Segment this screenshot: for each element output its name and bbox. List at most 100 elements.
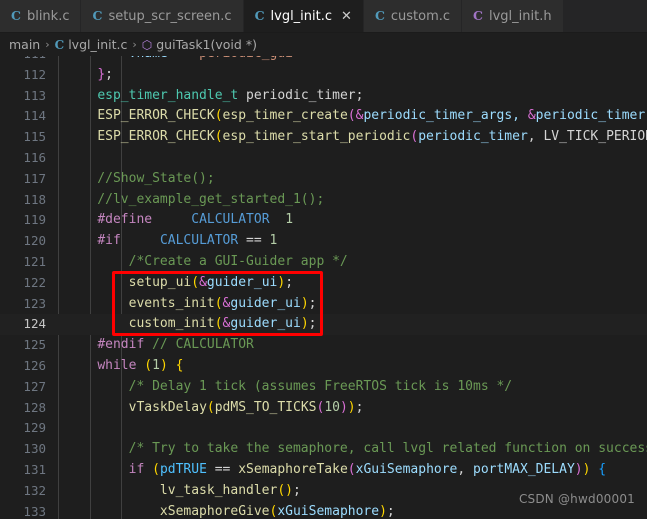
- code-token: (: [152, 461, 160, 477]
- code-token: CALCULATOR: [159, 233, 239, 249]
- code-line[interactable]: 118 //lv_example_get_started_1();: [0, 190, 647, 211]
- line-number: 112: [23, 66, 46, 82]
- code-line[interactable]: 114 ESP_ERROR_CHECK(esp_timer_create(&pe…: [0, 106, 647, 127]
- editor-tab-blink-c[interactable]: Cblink.c: [0, 0, 82, 32]
- tab-label: blink.c: [26, 8, 70, 24]
- code-line[interactable]: 113 esp_timer_handle_t periodic_timer;: [0, 86, 647, 107]
- code-token: xSemaphoreGive: [159, 503, 270, 519]
- code-line[interactable]: 128 vTaskDelay(pdMS_TO_TICKS(10));: [0, 398, 647, 419]
- code-token: // CALCULATOR: [144, 337, 254, 353]
- breadcrumb-label: lvgl_init.c: [68, 37, 128, 52]
- line-number: 116: [23, 149, 46, 165]
- code-text: ESP_ERROR_CHECK(esp_timer_start_periodic…: [66, 127, 647, 148]
- c-file-icon: C: [11, 7, 21, 23]
- code-line[interactable]: 131 if (pdTRUE == xSemaphoreTake(xGuiSem…: [0, 460, 647, 481]
- code-token: (: [214, 316, 223, 332]
- code-token: vTaskDelay: [128, 399, 207, 415]
- code-line[interactable]: 126 while (1) {: [0, 356, 647, 377]
- c-file-icon: C: [374, 7, 385, 23]
- code-token: 10: [324, 399, 340, 415]
- code-line[interactable]: 122 setup_ui(&guider_ui);: [0, 273, 647, 294]
- editor-tab-lvgl-init-c[interactable]: Clvgl_init.c ✕: [243, 0, 364, 32]
- tab-label: custom.c: [390, 8, 451, 24]
- close-icon[interactable]: ✕: [341, 10, 352, 23]
- editor-tab-setup-scr-screen-c[interactable]: Csetup_scr_screen.c: [81, 0, 244, 32]
- code-token: xGuiSemaphore: [355, 461, 458, 477]
- code-token: ;: [355, 399, 364, 415]
- breadcrumb-item-main[interactable]: main: [9, 37, 40, 52]
- code-token: guider_ui: [230, 295, 301, 311]
- line-number: 130: [23, 441, 46, 457]
- breadcrumb-item-guitask1-void-[interactable]: ⬡ guiTask1(void *): [142, 37, 257, 52]
- code-text: if (pdTRUE == xSemaphoreTake(xGuiSemapho…: [66, 460, 647, 481]
- line-number: 131: [23, 461, 46, 477]
- code-line[interactable]: 120 #if CALCULATOR == 1: [0, 231, 647, 252]
- code-text: while (1) {: [66, 356, 647, 377]
- code-token: periodic_timer;: [238, 87, 364, 103]
- tab-label: lvgl_init.c: [270, 8, 333, 24]
- code-token: ): [574, 461, 583, 477]
- code-line[interactable]: 121 /*Create a GUI-Guider app */: [0, 252, 647, 273]
- code-text: /* Delay 1 tick (assumes FreeRTOS tick i…: [66, 377, 647, 398]
- code-token: esp_timer_create: [222, 108, 348, 124]
- code-token: /*Create a GUI-Guider app */: [66, 253, 348, 269]
- code-token: xSemaphoreTake: [238, 461, 348, 477]
- code-token: (: [206, 399, 215, 415]
- code-line[interactable]: 115 ESP_ERROR_CHECK(esp_timer_start_peri…: [0, 127, 647, 148]
- code-token: (: [347, 461, 356, 477]
- code-token: CALCULATOR: [191, 212, 270, 228]
- editor-tab-lvgl-init-h[interactable]: Clvgl_init.h: [462, 0, 564, 32]
- line-number: 121: [23, 253, 46, 269]
- breadcrumb-label: main: [9, 37, 41, 52]
- code-editor[interactable]: 111 .name = "periodic_gui"112 };113 esp_…: [0, 56, 647, 519]
- code-text: vTaskDelay(pdMS_TO_TICKS(10));: [66, 398, 647, 419]
- code-line[interactable]: 125 #endif // CALCULATOR: [0, 335, 647, 356]
- code-token: periodic_timer: [418, 129, 528, 145]
- code-text: //lv_example_get_started_1();: [66, 190, 647, 211]
- symbol-method-icon: ⬡: [141, 37, 153, 52]
- code-line[interactable]: 116: [0, 148, 647, 169]
- code-token: ESP_ERROR_CHECK: [97, 108, 215, 124]
- c-file-icon: C: [92, 7, 103, 23]
- code-line[interactable]: 112 };: [0, 65, 647, 86]
- code-line[interactable]: 124 custom_init(&guider_ui);: [0, 314, 647, 336]
- code-token: #if: [97, 233, 121, 249]
- code-text: /* Try to take the semaphore, call lvgl …: [66, 439, 647, 460]
- editor-tab-custom-c[interactable]: Ccustom.c: [363, 0, 463, 32]
- code-token: guider_ui: [230, 316, 301, 332]
- line-number: 124: [23, 316, 46, 332]
- code-line[interactable]: 123 events_init(&guider_ui);: [0, 294, 647, 315]
- code-text: /*Create a GUI-Guider app */: [66, 252, 647, 273]
- watermark-text: CSDN @hwd00001: [518, 492, 635, 506]
- code-token: (: [214, 108, 223, 124]
- code-token: .name: [129, 56, 168, 61]
- code-token: 1: [152, 357, 160, 373]
- code-line[interactable]: 117 //Show_State();: [0, 169, 647, 190]
- code-line[interactable]: 127 /* Delay 1 tick (assumes FreeRTOS ti…: [0, 377, 647, 398]
- code-line[interactable]: 119 #define CALCULATOR 1: [0, 210, 647, 231]
- code-line[interactable]: 129: [0, 418, 647, 439]
- tab-label: setup_scr_screen.c: [108, 8, 232, 24]
- line-number: 132: [23, 482, 46, 498]
- line-number: 123: [23, 295, 46, 311]
- code-token: LV_TICK_PERIOD_M: [543, 129, 647, 145]
- code-token: //Show_State();: [66, 170, 215, 186]
- code-text: ESP_ERROR_CHECK(esp_timer_create(&period…: [66, 106, 647, 127]
- code-line[interactable]: 111 .name = "periodic_gui": [0, 56, 647, 65]
- code-text: #if CALCULATOR == 1: [66, 231, 647, 252]
- code-token: (: [214, 295, 223, 311]
- code-token: ): [339, 399, 348, 415]
- breadcrumb-item-lvgl-init-c[interactable]: Clvgl_init.c: [55, 37, 128, 52]
- code-token: events_init: [128, 295, 215, 311]
- code-token: ): [285, 482, 293, 498]
- line-number: 125: [23, 337, 46, 353]
- code-line[interactable]: 130 /* Try to take the semaphore, call l…: [0, 439, 647, 460]
- code-token: (: [277, 482, 286, 498]
